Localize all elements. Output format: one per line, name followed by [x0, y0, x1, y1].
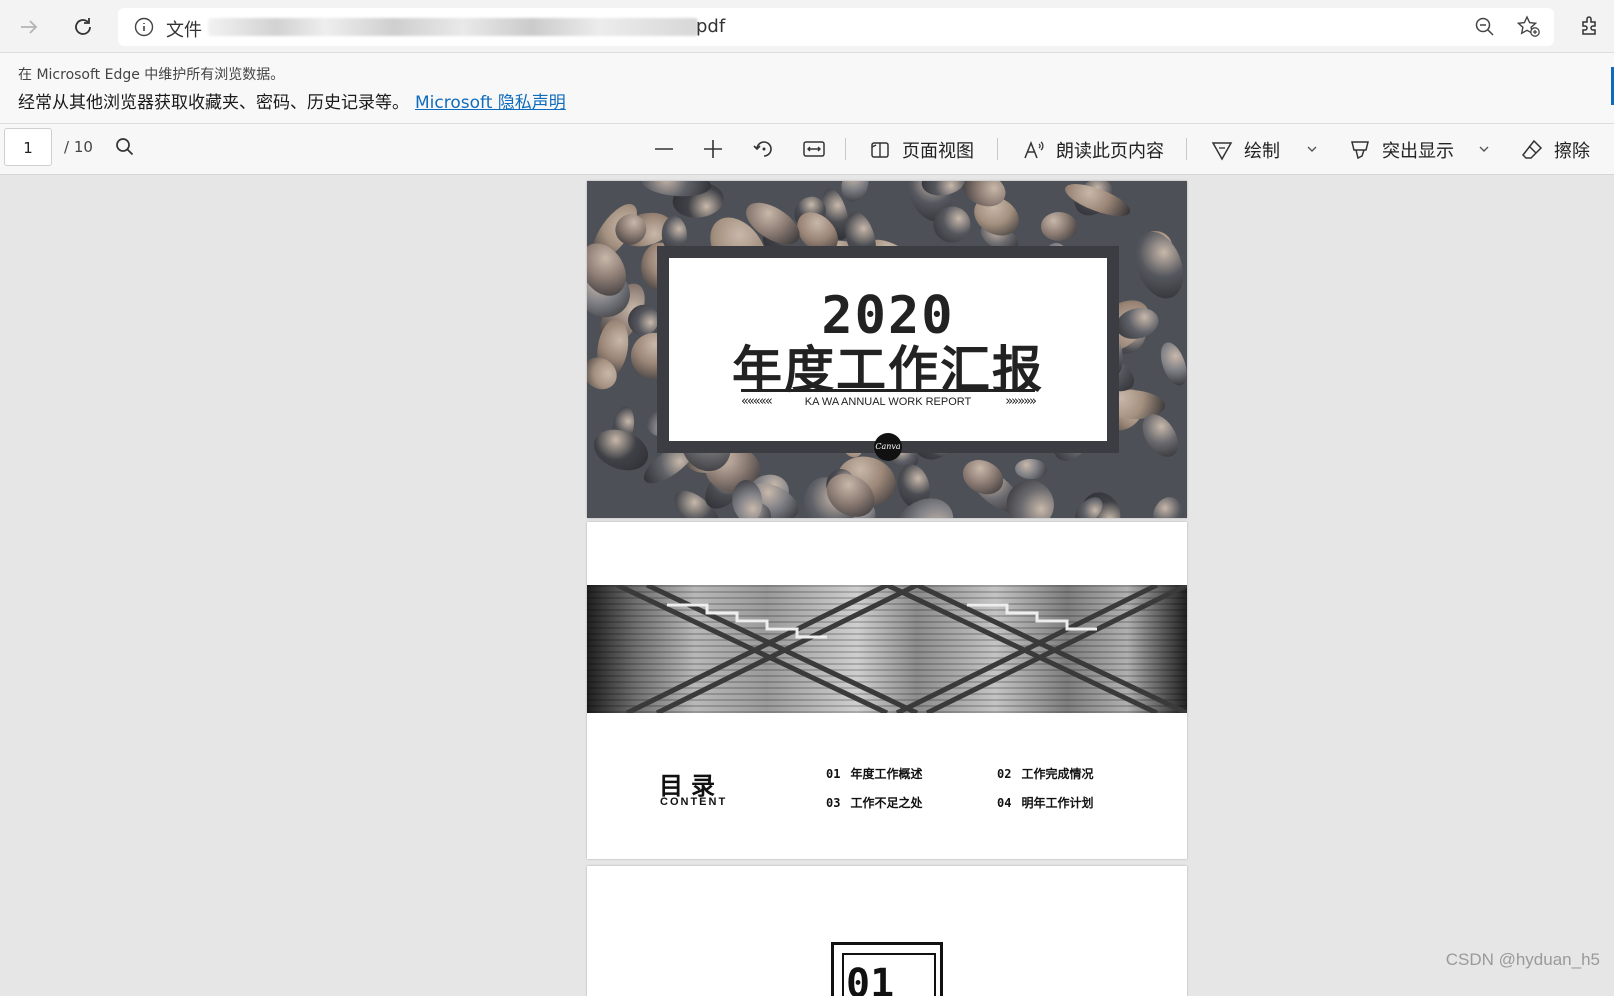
pebble: [1149, 495, 1187, 518]
scheme-label: 文件: [166, 20, 202, 41]
toc-subtitle: CONTENT: [660, 796, 728, 808]
draw-options-dropdown[interactable]: [1305, 142, 1319, 156]
watermark: CSDN @hyduan_h5: [1445, 950, 1600, 969]
toc-item-text: 工作不足之处: [850, 796, 923, 810]
page-view-label: 页面视图: [902, 141, 974, 162]
section-number: 01: [846, 961, 895, 996]
banner-message: 经常从其他浏览器获取收藏夹、密码、历史记录等。: [18, 93, 409, 113]
url-suffix: pdf: [696, 16, 726, 37]
fit-width-icon: [803, 141, 825, 157]
banner-line-1: 在 Microsoft Edge 中维护所有浏览数据。: [18, 67, 285, 83]
page-total: / 10: [64, 138, 93, 156]
add-favorite-icon[interactable]: [1516, 15, 1542, 43]
highlighter-icon: [1351, 141, 1369, 160]
chevron-down-icon: [1307, 146, 1317, 152]
refresh-icon: [75, 18, 91, 35]
highlight-button[interactable]: 突出显示: [1348, 137, 1454, 163]
zoom-in-button[interactable]: [701, 137, 725, 161]
fit-width-button[interactable]: [802, 137, 826, 161]
blurred-url-path: [208, 18, 698, 36]
pebble: [1155, 339, 1187, 390]
rotate-button[interactable]: [752, 137, 776, 161]
toc-item-text: 年度工作概述: [850, 767, 923, 781]
pebble: [931, 205, 972, 245]
toolbar-divider: [997, 138, 998, 160]
pdf-toolbar: 1 / 10 页面视图 朗读此页内容 绘制 突出显示 擦除: [0, 124, 1614, 175]
toolbar-divider: [1186, 138, 1187, 160]
arrow-right-icon: [21, 20, 38, 34]
pebble: [1127, 225, 1187, 305]
pebble: [588, 422, 654, 478]
read-aloud-button[interactable]: 朗读此页内容: [1022, 137, 1164, 163]
rotate-icon: [753, 141, 772, 157]
toc-item-number: 03: [826, 796, 841, 810]
edge-info-banner: 在 Microsoft Edge 中维护所有浏览数据。 经常从其他浏览器获取收藏…: [0, 53, 1614, 124]
canva-logo: Canva: [874, 433, 902, 461]
eraser-icon: [1521, 139, 1543, 159]
cover-title-card: 2020 年度工作汇报 ««««« KA WA ANNUAL WORK REPO…: [657, 246, 1119, 453]
cover-rule: [741, 389, 1035, 392]
toolbar-divider: [845, 138, 846, 160]
draw-icon: [1211, 142, 1233, 161]
read-aloud-label: 朗读此页内容: [1056, 141, 1164, 162]
zoom-out-icon[interactable]: [1474, 16, 1496, 42]
toc-item-text: 工作完成情况: [1021, 767, 1094, 781]
privacy-link[interactable]: Microsoft 隐私声明: [415, 93, 566, 113]
extensions-icon[interactable]: [1578, 14, 1602, 42]
banner-line-2: 经常从其他浏览器获取收藏夹、密码、历史记录等。 Microsoft 隐私声明: [18, 88, 566, 113]
refresh-button[interactable]: [68, 12, 98, 42]
pdf-page-cover: 2020 年度工作汇报 ««««« KA WA ANNUAL WORK REPO…: [587, 181, 1187, 518]
draw-button[interactable]: 绘制: [1210, 137, 1280, 163]
read-aloud-icon: [1024, 140, 1044, 159]
highlight-label: 突出显示: [1382, 141, 1454, 162]
toc-item: 04 明年工作计划: [997, 794, 1093, 811]
stairs-photo: [587, 585, 1187, 713]
toc-item-number: 04: [997, 796, 1012, 810]
erase-label: 擦除: [1554, 141, 1590, 162]
browser-toolbar: 文件 pdf: [0, 0, 1614, 53]
plus-icon: [704, 140, 722, 158]
page-view-button[interactable]: 页面视图: [868, 137, 974, 163]
search-button[interactable]: [114, 136, 136, 158]
info-icon[interactable]: [134, 17, 154, 41]
search-icon: [116, 138, 134, 156]
toc-item-text: 明年工作计划: [1021, 796, 1094, 810]
toc-item-number: 01: [826, 767, 841, 781]
cover-subtitle: KA WA ANNUAL WORK REPORT: [804, 396, 972, 408]
erase-button[interactable]: 擦除: [1520, 137, 1590, 163]
pebble: [1041, 211, 1078, 241]
draw-label: 绘制: [1244, 141, 1280, 162]
zoom-out-button[interactable]: [652, 137, 676, 161]
chevron-down-icon: [1479, 146, 1489, 152]
pdf-page-toc: 目录 CONTENT 01 年度工作概述 02 工作完成情况 03 工作不足之处 04…: [587, 522, 1187, 859]
page-number-input[interactable]: 1: [4, 128, 52, 166]
arrows-right: »»»»»: [1005, 394, 1037, 409]
toc-item: 02 工作完成情况: [997, 765, 1093, 782]
pebble: [661, 216, 688, 254]
toc-item: 03 工作不足之处: [826, 794, 922, 811]
toc-item: 01 年度工作概述: [826, 765, 922, 782]
forward-button[interactable]: [14, 12, 44, 42]
minus-icon: [655, 148, 673, 150]
address-bar[interactable]: 文件 pdf: [118, 8, 1554, 46]
page-view-icon: [871, 142, 889, 158]
pdf-page-section: 01: [587, 866, 1187, 996]
highlight-options-dropdown[interactable]: [1477, 142, 1491, 156]
toc-item-number: 02: [997, 767, 1012, 781]
pebble: [1014, 458, 1047, 480]
